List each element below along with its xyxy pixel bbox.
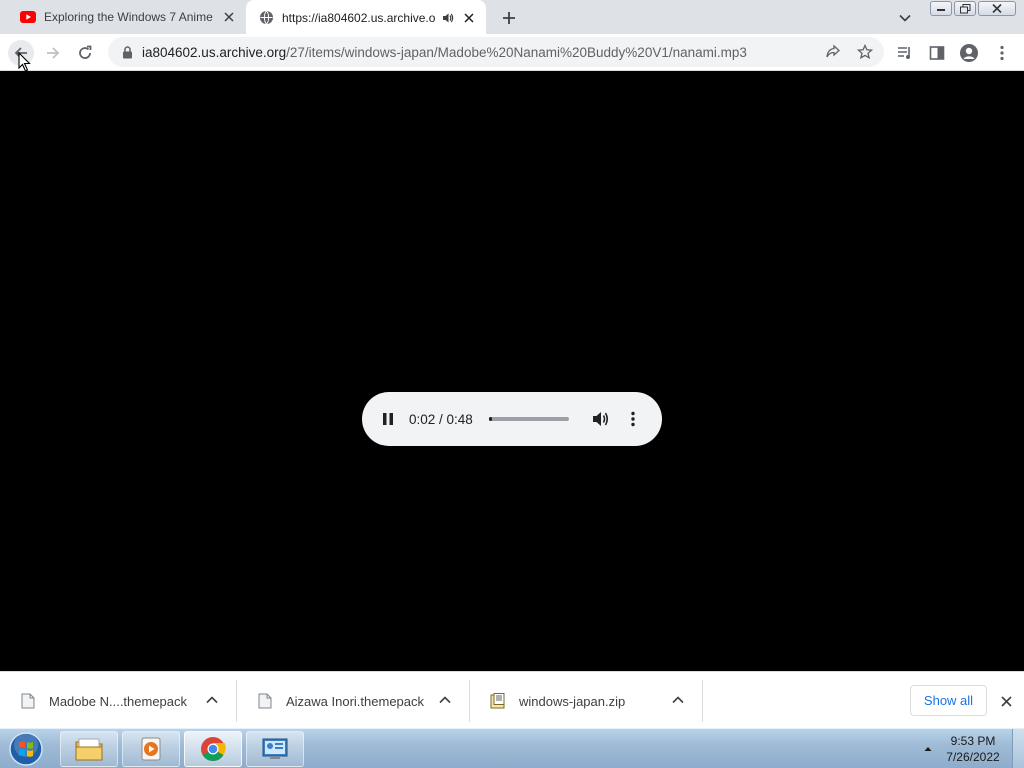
bookmark-star-icon[interactable] — [852, 39, 878, 65]
show-desktop-button[interactable] — [1012, 729, 1024, 768]
explorer-icon[interactable] — [60, 731, 118, 767]
file-icon — [20, 693, 36, 709]
seek-bar[interactable] — [488, 417, 569, 421]
seek-progress — [488, 417, 493, 421]
window-close-button[interactable] — [978, 1, 1016, 16]
pause-icon[interactable] — [378, 409, 398, 429]
media-viewer: 0:02 / 0:48 — [0, 72, 1024, 671]
address-bar[interactable]: ia804602.us.archive.org/27/items/windows… — [108, 37, 884, 67]
clock-time: 9:53 PM — [950, 734, 996, 748]
clock-date: 7/26/2022 — [946, 750, 1000, 764]
taskbar: 9:53 PM 7/26/2022 — [0, 728, 1024, 768]
control-panel-icon[interactable] — [246, 731, 304, 767]
side-panel-icon[interactable] — [924, 40, 950, 66]
new-tab-button[interactable] — [498, 7, 520, 29]
chrome-icon[interactable] — [184, 731, 242, 767]
download-item[interactable]: Aizawa Inori.themepack — [237, 680, 470, 722]
chevron-up-icon[interactable] — [204, 692, 220, 708]
url-path: /27/items/windows-japan/Madobe%20Nanami%… — [286, 44, 747, 60]
audio-player: 0:02 / 0:48 — [362, 392, 662, 446]
download-filename: Madobe N....themepack — [49, 693, 188, 709]
kebab-menu-icon[interactable] — [989, 40, 1015, 66]
media-control-icon[interactable] — [892, 40, 918, 66]
cursor-icon — [18, 51, 32, 72]
tab-youtube[interactable]: Exploring the Windows 7 Anime — [8, 0, 246, 34]
restore-button[interactable] — [954, 1, 976, 16]
tab-title: https://ia804602.us.archive.o — [282, 10, 436, 25]
screen: Exploring the Windows 7 Anime https://ia… — [0, 0, 1024, 768]
close-icon[interactable] — [996, 691, 1016, 711]
minimize-button[interactable] — [930, 1, 952, 16]
download-shelf: Madobe N....themepack Aizawa Inori.theme… — [0, 671, 1024, 728]
start-button[interactable] — [6, 730, 46, 768]
close-icon[interactable] — [220, 8, 238, 26]
more-options-icon[interactable] — [623, 409, 643, 429]
globe-icon — [258, 10, 274, 26]
show-all-button[interactable]: Show all — [910, 685, 987, 716]
chevron-up-icon[interactable] — [437, 692, 453, 708]
url-text[interactable]: ia804602.us.archive.org/27/items/windows… — [142, 45, 747, 60]
download-filename: Aizawa Inori.themepack — [286, 693, 425, 709]
system-clock[interactable]: 9:53 PM 7/26/2022 — [940, 733, 1006, 765]
reload-button[interactable] — [72, 40, 98, 66]
playback-time: 0:02 / 0:48 — [409, 411, 473, 427]
lock-icon[interactable] — [120, 45, 134, 59]
profile-avatar-icon[interactable] — [956, 40, 982, 66]
download-item[interactable]: Madobe N....themepack — [0, 680, 237, 722]
youtube-icon — [20, 9, 36, 25]
share-icon[interactable] — [820, 39, 846, 65]
tray-expand-icon[interactable] — [922, 743, 934, 755]
browser-toolbar: ia804602.us.archive.org/27/items/windows… — [0, 34, 1024, 71]
media-player-icon[interactable] — [122, 731, 180, 767]
chevron-up-icon[interactable] — [670, 692, 686, 708]
tab-strip: Exploring the Windows 7 Anime https://ia… — [0, 0, 1024, 35]
file-icon — [257, 693, 273, 709]
tab-search-chevron-icon[interactable] — [894, 7, 916, 29]
volume-icon[interactable] — [591, 409, 611, 429]
tab-title: Exploring the Windows 7 Anime — [44, 10, 213, 24]
window-controls — [930, 1, 1016, 16]
forward-button[interactable] — [40, 40, 66, 66]
download-item[interactable]: windows-japan.zip — [470, 680, 703, 722]
tab-archive[interactable]: https://ia804602.us.archive.o — [246, 0, 486, 35]
url-host: ia804602.us.archive.org — [142, 44, 287, 60]
download-filename: windows-japan.zip — [519, 693, 626, 709]
zip-icon — [490, 693, 506, 709]
speaker-icon[interactable] — [440, 10, 456, 26]
close-icon[interactable] — [460, 9, 478, 27]
